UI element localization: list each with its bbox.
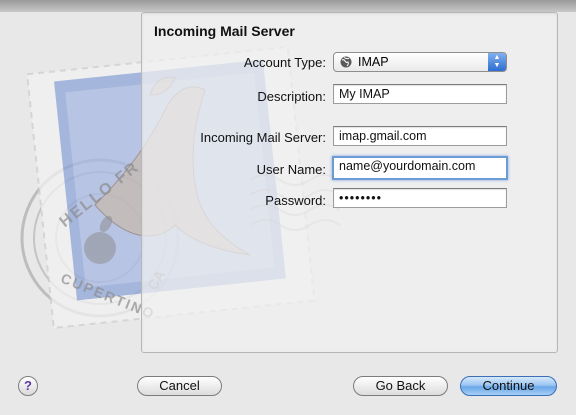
go-back-button[interactable]: Go Back <box>353 376 448 396</box>
globe-icon <box>340 56 352 68</box>
description-label: Description: <box>257 89 326 104</box>
up-down-arrows-icon: ▲ ▼ <box>488 53 506 71</box>
panel-title: Incoming Mail Server <box>154 23 295 39</box>
password-field[interactable]: •••••••• <box>333 188 507 208</box>
password-label: Password: <box>265 193 326 208</box>
username-label: User Name: <box>256 162 326 177</box>
username-field[interactable]: name@yourdomain.com <box>332 156 508 180</box>
account-type-popup[interactable]: IMAP ▲ ▼ <box>333 52 507 72</box>
account-type-value: IMAP <box>358 55 389 69</box>
incoming-server-field[interactable]: imap.gmail.com <box>333 126 507 146</box>
description-field[interactable]: My IMAP <box>333 84 507 104</box>
incoming-mail-server-panel: Incoming Mail Server Account Type: IMAP … <box>141 12 558 353</box>
incoming-server-label: Incoming Mail Server: <box>200 130 326 145</box>
help-button[interactable]: ? <box>18 376 38 396</box>
cancel-button[interactable]: Cancel <box>137 376 222 396</box>
continue-button[interactable]: Continue <box>460 376 557 396</box>
account-type-label: Account Type: <box>243 55 326 70</box>
